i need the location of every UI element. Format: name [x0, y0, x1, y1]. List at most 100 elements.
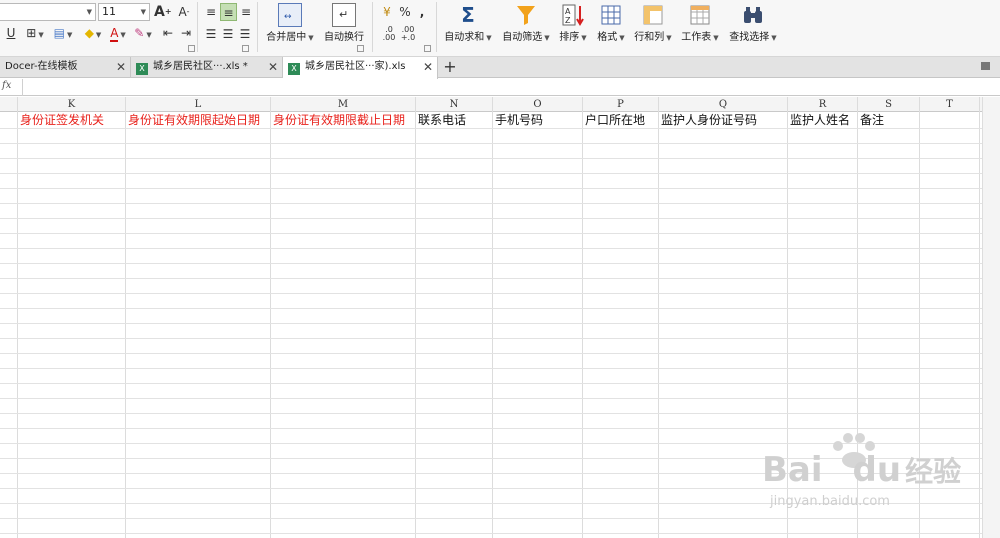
- font-group-launcher[interactable]: [188, 45, 195, 52]
- row-col-button[interactable]: 行和列 ▼: [631, 3, 675, 45]
- align-bottom-button[interactable]: ≡: [238, 3, 254, 21]
- column-header-s[interactable]: S: [858, 97, 920, 112]
- tab-docer-templates[interactable]: Docer-在线模板 ✕: [0, 57, 131, 78]
- merge-cells-icon: ↔: [278, 3, 302, 27]
- wrap-text-label: 自动换行: [324, 32, 364, 43]
- cell-k1[interactable]: 身份证签发机关: [18, 113, 126, 128]
- cell-style-button[interactable]: ▤ ▼: [50, 24, 76, 42]
- column-header-q[interactable]: Q: [659, 97, 788, 112]
- grid-hline: [0, 173, 1000, 174]
- watermark-du: du: [852, 450, 902, 490]
- cell-p1[interactable]: 户口所在地: [583, 113, 659, 128]
- indent-increase-icon: ⇥: [180, 26, 192, 40]
- close-icon[interactable]: ✕: [423, 57, 433, 77]
- indent-decrease-icon: ⇤: [162, 26, 174, 40]
- cell-q1[interactable]: 监护人身份证号码: [659, 113, 788, 128]
- wrap-text-icon: ↵: [332, 3, 356, 27]
- align-center-button[interactable]: ☰: [220, 25, 236, 43]
- grid-hline: [0, 293, 1000, 294]
- align-right-button[interactable]: ☰: [237, 25, 253, 43]
- wrap-text-button[interactable]: ↵ 自动换行: [322, 3, 366, 45]
- align-group-launcher[interactable]: [242, 45, 249, 52]
- column-header-o[interactable]: O: [493, 97, 583, 112]
- percent-button[interactable]: %: [397, 3, 413, 21]
- grid-hline: [0, 143, 1000, 144]
- sigma-icon: Σ: [461, 3, 475, 27]
- close-icon[interactable]: ✕: [268, 57, 278, 77]
- format-button[interactable]: 格式 ▼: [594, 3, 628, 45]
- filter-icon: [514, 3, 538, 27]
- font-color-button[interactable]: A ▼: [106, 24, 130, 42]
- window-icon: [980, 62, 990, 70]
- tab-file-1[interactable]: X 城乡居民社区···.xls * ✕: [131, 57, 283, 78]
- tab-menu-button[interactable]: [977, 59, 993, 73]
- decrease-indent-button[interactable]: ⇤: [160, 24, 176, 42]
- increase-decimal-button[interactable]: .0.00: [380, 25, 398, 43]
- decrease-decimal-button[interactable]: .00 +.0: [399, 25, 417, 43]
- font-grow-button[interactable]: A+: [154, 3, 172, 21]
- eraser-icon: ✎: [134, 26, 145, 40]
- cell-t1[interactable]: [920, 113, 980, 128]
- merge-group-launcher[interactable]: [357, 45, 364, 52]
- tab-file-2[interactable]: X 城乡居民社区···家).xls ✕: [283, 57, 438, 79]
- merge-center-button[interactable]: ↔ 合并居中 ▼: [262, 3, 318, 45]
- sort-button[interactable]: AZ 排序 ▼: [556, 3, 590, 45]
- new-tab-button[interactable]: +: [441, 58, 459, 76]
- sort-az-icon: AZ: [561, 3, 585, 27]
- ribbon-divider: [436, 2, 437, 52]
- chevron-down-icon: ▼: [86, 8, 92, 16]
- chevron-down-icon: ▼: [713, 34, 719, 42]
- fill-color-button[interactable]: ◆ ▼: [80, 24, 106, 42]
- auto-filter-button[interactable]: 自动筛选 ▼: [499, 3, 553, 45]
- font-size-combo[interactable]: 11 ▼: [98, 3, 150, 21]
- number-group-launcher[interactable]: [424, 45, 431, 52]
- chevron-down-icon: ▼: [146, 31, 152, 39]
- cell-r1[interactable]: 监护人姓名: [788, 113, 858, 128]
- find-select-button[interactable]: 查找选择 ▼: [726, 3, 780, 45]
- column-header-r[interactable]: R: [788, 97, 858, 112]
- select-all-corner[interactable]: [0, 97, 18, 112]
- close-icon[interactable]: ✕: [116, 57, 126, 77]
- clear-format-button[interactable]: ✎ ▼: [131, 24, 155, 42]
- cell-m1[interactable]: 身份证有效期限截止日期: [271, 113, 416, 128]
- baidu-jingyan-watermark: Bai du 经验 jingyan.baidu.com: [762, 430, 992, 530]
- align-middle-button[interactable]: ≡: [220, 3, 237, 21]
- align-left-button[interactable]: ☰: [203, 25, 219, 43]
- tab-label: Docer-在线模板: [5, 61, 78, 72]
- column-header-row: KLMNOPQRST: [0, 97, 1000, 112]
- column-header-t[interactable]: T: [920, 97, 980, 112]
- cell-s1[interactable]: 备注: [858, 113, 920, 128]
- grid-vline: [582, 97, 583, 538]
- grid-hline: [0, 323, 1000, 324]
- grid-hline: [0, 218, 1000, 219]
- cell-l1[interactable]: 身份证有效期限起始日期: [126, 113, 271, 128]
- tab-label: 城乡居民社区···家).xls: [305, 61, 406, 72]
- fx-icon[interactable]: fx: [2, 80, 11, 91]
- watermark-url: jingyan.baidu.com: [770, 494, 890, 509]
- auto-sum-button[interactable]: Σ 自动求和 ▼: [441, 3, 495, 45]
- increase-indent-button[interactable]: ⇥: [178, 24, 194, 42]
- grid-hline: [0, 428, 1000, 429]
- currency-button[interactable]: ¥: [378, 3, 396, 21]
- worksheet-button[interactable]: 工作表 ▼: [678, 3, 722, 45]
- auto-filter-label: 自动筛选: [502, 32, 543, 43]
- grid-hline: [0, 233, 1000, 234]
- formula-input[interactable]: [24, 79, 1000, 96]
- minus-icon: -: [186, 7, 190, 16]
- font-shrink-button[interactable]: A-: [176, 3, 192, 21]
- align-top-button[interactable]: ≡: [203, 3, 219, 21]
- column-header-l[interactable]: L: [126, 97, 271, 112]
- column-header-p[interactable]: P: [583, 97, 659, 112]
- column-header-m[interactable]: M: [271, 97, 416, 112]
- cell-n1[interactable]: 联系电话: [416, 113, 493, 128]
- cell-o1[interactable]: 手机号码: [493, 113, 583, 128]
- comma-button[interactable]: ,: [416, 3, 428, 21]
- underline-button[interactable]: U: [4, 24, 18, 42]
- column-header-k[interactable]: K: [18, 97, 126, 112]
- column-header-n[interactable]: N: [416, 97, 493, 112]
- font-size-value: 11: [102, 5, 116, 18]
- border-button[interactable]: ⊞ ▼: [22, 24, 48, 42]
- align-right-icon: ☰: [239, 27, 251, 41]
- font-shrink-letter: A: [178, 5, 187, 19]
- font-name-combo[interactable]: ▼: [0, 3, 96, 21]
